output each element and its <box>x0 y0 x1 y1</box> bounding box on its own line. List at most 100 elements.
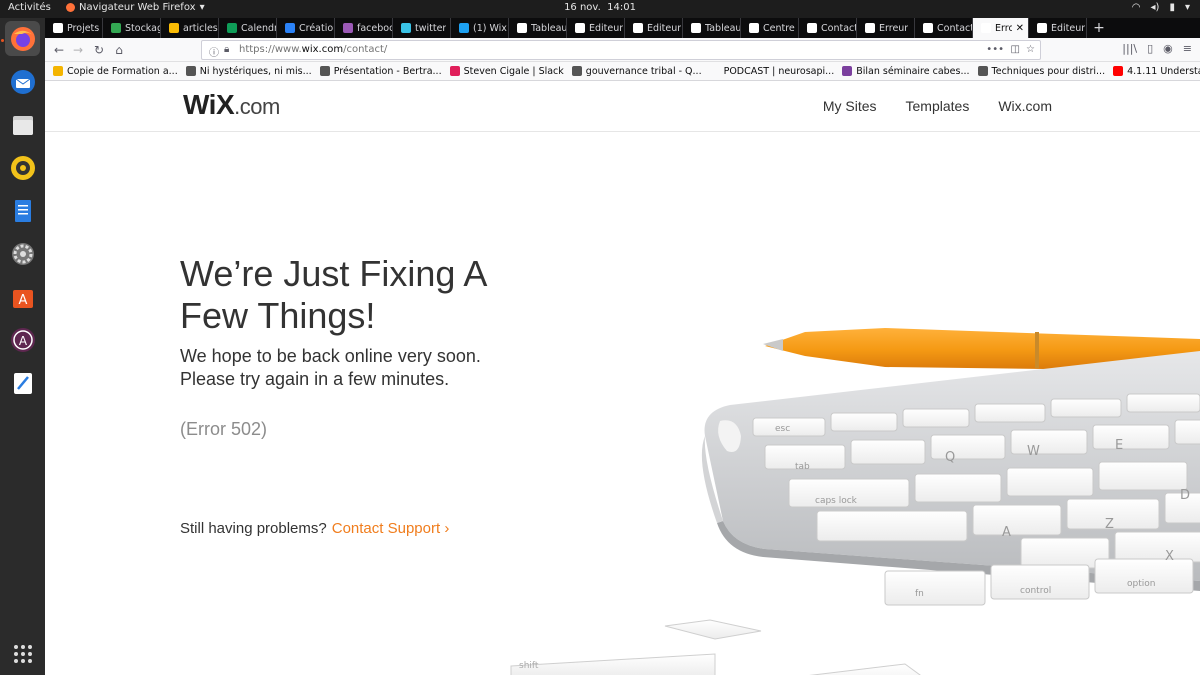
files-icon[interactable] <box>5 107 40 142</box>
bookmark-item[interactable]: Ni hystériques, ni mis... <box>185 65 312 77</box>
contact-support-link[interactable]: Contact Support › <box>332 520 450 537</box>
library-icon[interactable]: |||\ <box>1122 42 1137 55</box>
tab-label: Éditeur <box>647 22 682 34</box>
tab-3[interactable]: Calendrier <box>219 18 277 38</box>
tab-12[interactable]: Centre <box>741 18 799 38</box>
lock-icon[interactable]: 🔒︎ <box>224 44 229 55</box>
tab-active[interactable]: Error ✕ <box>973 18 1029 38</box>
close-tab-icon[interactable]: ✕ <box>1016 23 1024 34</box>
forward-arrow-icon[interactable]: → <box>69 41 87 59</box>
tab-2[interactable]: articles <box>161 18 219 38</box>
app-a-icon[interactable]: A <box>5 322 40 357</box>
nav-wix-com[interactable]: Wix.com <box>998 98 1052 114</box>
info-icon[interactable]: ⓘ <box>209 44 219 59</box>
bookmark-item[interactable]: PODCAST | neurosapi... <box>709 65 835 77</box>
tab-9[interactable]: Éditeur <box>567 18 625 38</box>
bookmark-label: PODCAST | neurosapi... <box>723 65 835 77</box>
tab-favicon-icon <box>227 23 237 33</box>
bookmark-label: gouvernance tribal - Q... <box>585 65 702 77</box>
wix-logo[interactable]: WiX.com <box>183 89 280 121</box>
tab-5[interactable]: facebook <box>335 18 393 38</box>
wifi-icon[interactable]: ◠ <box>1132 2 1141 13</box>
tab-favicon-icon <box>285 23 295 33</box>
tab-6[interactable]: twitter <box>393 18 451 38</box>
chevron-down-icon[interactable]: ▾ <box>1185 2 1190 13</box>
bookmark-label: Copie de Formation a... <box>67 65 178 77</box>
tab-11[interactable]: Tableau <box>683 18 741 38</box>
tab-8[interactable]: Tableau <box>509 18 567 38</box>
bookmark-label: Steven Cigale | Slack <box>463 65 564 77</box>
tab-favicon-icon <box>865 23 875 33</box>
bookmark-item[interactable]: Bilan séminaire cabes... <box>842 65 970 77</box>
software-store-icon[interactable]: A <box>5 279 40 314</box>
tab-favicon-icon <box>517 23 527 33</box>
firefox-icon[interactable] <box>5 21 40 56</box>
activities-button[interactable]: Activités <box>8 2 51 13</box>
back-arrow-icon[interactable]: ← <box>50 41 68 59</box>
app-menu[interactable]: Navigateur Web Firefox ▾ <box>66 2 205 13</box>
rhythmbox-icon[interactable] <box>5 150 40 185</box>
url-bar[interactable]: ⓘ 🔒︎ https://www.wix.com/contact/ ••• ◫ … <box>201 40 1041 60</box>
bookmark-favicon-icon <box>571 66 582 76</box>
toolbar-right: |||\ ▯ ◉ ≡ <box>1122 42 1192 55</box>
tab-10[interactable]: Éditeur <box>625 18 683 38</box>
settings-icon[interactable] <box>5 236 40 271</box>
tab-favicon-icon <box>633 23 643 33</box>
battery-icon[interactable]: ▮ <box>1169 2 1175 13</box>
clock-date[interactable]: 16 nov. <box>564 2 601 13</box>
bookmark-item[interactable]: Présentation - Bertra... <box>319 66 442 77</box>
tab-strip: Projets Stockage articles Calendrier Créatio… <box>45 18 1200 38</box>
new-tab-icon[interactable]: + <box>1087 18 1111 38</box>
bookmarks-toolbar: Copie de Formation a... Ni hystériques, n… <box>45 62 1200 81</box>
tab-4[interactable]: Création <box>277 18 335 38</box>
tab-17[interactable]: Éditeur <box>1029 18 1087 38</box>
bookmark-item[interactable]: gouvernance tribal - Q... <box>571 65 702 77</box>
key-tab: tab <box>795 462 810 472</box>
bookmark-item[interactable]: Steven Cigale | Slack <box>449 65 564 77</box>
show-applications-icon[interactable] <box>5 636 40 671</box>
nav-my-sites[interactable]: My Sites <box>823 98 877 114</box>
bookmark-item[interactable]: Techniques pour distri... <box>977 66 1105 77</box>
clock-time[interactable]: 14:01 <box>607 2 636 13</box>
text-editor-icon[interactable] <box>5 365 40 400</box>
key-z: Z <box>1105 517 1114 532</box>
chevron-right-icon: › <box>444 520 450 537</box>
tab-7[interactable]: (1) Wix <box>451 18 509 38</box>
volume-icon[interactable]: ◂) <box>1151 2 1160 13</box>
account-icon[interactable]: ◉ <box>1163 42 1173 55</box>
support-prompt: Still having problems? <box>180 520 327 537</box>
bookmark-favicon-icon <box>709 66 720 76</box>
tab-13[interactable]: Contact <box>799 18 857 38</box>
thunderbird-icon[interactable] <box>5 64 40 99</box>
key-x: X <box>1165 549 1174 564</box>
tab-1[interactable]: Stockage <box>103 18 161 38</box>
bookmark-item[interactable]: Copie de Formation a... <box>53 66 178 77</box>
support-line: Still having problems? Contact Support › <box>180 520 449 537</box>
bookmark-label: Bilan séminaire cabes... <box>856 65 970 77</box>
tab-label: facebook <box>357 22 392 34</box>
pocket-icon[interactable]: ◫ <box>1011 44 1020 55</box>
tab-14[interactable]: Erreur <box>857 18 915 38</box>
menu-icon[interactable]: ≡ <box>1183 42 1192 55</box>
bookmark-item[interactable]: 4.1.11 Understanding ... <box>1113 66 1200 77</box>
logo-main: WiX <box>183 89 235 120</box>
key-a: A <box>1002 525 1011 540</box>
tab-0[interactable]: Projets <box>45 18 103 38</box>
tab-label: Contact <box>821 22 856 34</box>
reload-icon[interactable]: ↻ <box>90 41 108 59</box>
writer-icon[interactable] <box>5 193 40 228</box>
tab-favicon-icon <box>1037 23 1047 33</box>
nav-templates[interactable]: Templates <box>906 98 970 114</box>
tab-label: Contact <box>937 22 972 34</box>
sidebar-icon[interactable]: ▯ <box>1147 42 1153 55</box>
url-text[interactable]: https://www.wix.com/contact/ <box>239 44 387 55</box>
system-tray[interactable]: ◠ ◂) ▮ ▾ <box>1132 2 1190 13</box>
app-menu-label: Navigateur Web Firefox <box>79 2 196 13</box>
tab-favicon-icon <box>459 23 469 33</box>
bookmark-star-icon[interactable]: ☆ <box>1026 44 1035 55</box>
tab-favicon-icon <box>401 23 411 33</box>
tab-15[interactable]: Contact <box>915 18 973 38</box>
bookmark-label: Ni hystériques, ni mis... <box>199 65 312 77</box>
page-actions-icon[interactable]: ••• <box>986 44 1004 55</box>
home-icon[interactable]: ⌂ <box>110 41 128 59</box>
